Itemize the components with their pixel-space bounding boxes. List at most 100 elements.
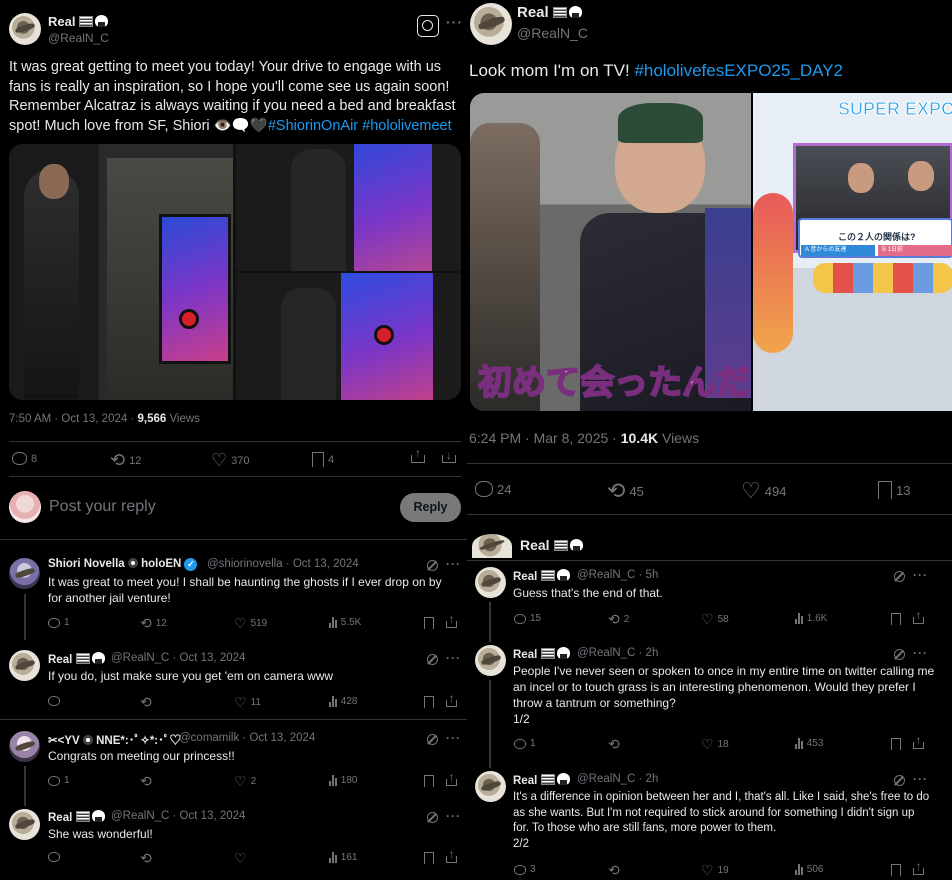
like-button[interactable]: 18	[701, 736, 729, 753]
like-button[interactable]: 494	[741, 478, 787, 504]
reply-author[interactable]: Real	[513, 569, 571, 583]
video-frame-2[interactable]: SUPER EXPO この２人の関係は? A 昔からの友達 B 1日前	[753, 93, 952, 411]
views-button[interactable]: 506	[795, 864, 823, 875]
bookmark-icon[interactable]	[424, 775, 434, 787]
avatar[interactable]	[9, 13, 41, 45]
like-button[interactable]: 519	[234, 615, 268, 632]
share-icon[interactable]	[913, 868, 924, 875]
grok-icon[interactable]	[427, 560, 438, 571]
reply-handle[interactable]: @RealN_C · 2h	[577, 647, 658, 659]
retweet-button[interactable]: 12	[140, 615, 167, 632]
handle[interactable]: @RealN_C	[48, 31, 109, 45]
avatar[interactable]	[475, 567, 506, 598]
bookmark-icon[interactable]	[424, 852, 434, 864]
more-options-icon[interactable]: ···	[446, 557, 461, 571]
bookmark-icon[interactable]	[424, 617, 434, 629]
avatar[interactable]	[475, 645, 506, 676]
reply-handle[interactable]: @comamilk · Oct 13, 2024	[179, 732, 315, 744]
retweet-button[interactable]	[608, 736, 624, 753]
more-options-icon[interactable]: ···	[446, 809, 461, 823]
like-button[interactable]: 19	[701, 862, 729, 879]
retweet-button[interactable]	[140, 694, 156, 711]
tweet-timestamp[interactable]: 6:24 PM · Mar 8, 2025 · 10.4K Views	[469, 430, 699, 446]
display-name[interactable]: Real	[517, 4, 582, 21]
reply-author[interactable]: Real	[513, 773, 571, 787]
photo-2[interactable]	[236, 144, 461, 271]
display-name[interactable]: Real	[48, 14, 109, 29]
hashtag-link[interactable]: #hololivefesEXPO25_DAY2	[634, 61, 843, 80]
views-button[interactable]: 5.5K	[329, 617, 361, 628]
hashtag-link[interactable]: #hololivemeet	[362, 118, 451, 134]
avatar[interactable]	[472, 534, 512, 558]
grok-icon[interactable]	[427, 654, 438, 665]
reply-button[interactable]: 1	[514, 738, 536, 749]
avatar[interactable]	[470, 3, 512, 45]
like-button[interactable]: 11	[234, 694, 261, 711]
more-options-icon[interactable]: ···	[446, 14, 463, 30]
reply-author[interactable]: ✂︎<YV NNE*:･ﾟ✧*:･ﾟ♡	[48, 732, 181, 748]
avatar[interactable]	[9, 650, 40, 681]
reply-button[interactable]: 8	[12, 452, 37, 465]
views-button[interactable]: 180	[329, 775, 357, 786]
retweet-button[interactable]: 2	[608, 611, 630, 628]
grok-icon[interactable]	[427, 812, 438, 823]
tweet-timestamp[interactable]: 7:50 AM · Oct 13, 2024 · 9,566 Views	[9, 413, 200, 425]
reply-handle[interactable]: @RealN_C · Oct 13, 2024	[111, 652, 245, 664]
avatar[interactable]	[9, 731, 40, 762]
reply-button[interactable]: 3	[514, 864, 536, 875]
grok-icon[interactable]	[417, 15, 439, 37]
photo-3[interactable]	[236, 273, 461, 400]
reply-button[interactable]: 15	[514, 613, 541, 624]
reply-handle[interactable]: @shiorinovella · Oct 13, 2024	[207, 558, 359, 570]
retweet-button[interactable]: 12	[110, 450, 141, 471]
reply-button[interactable]	[48, 696, 64, 706]
share-button[interactable]	[411, 455, 425, 463]
reply-button[interactable]	[48, 852, 64, 862]
share-icon[interactable]	[446, 700, 457, 707]
bookmark-button[interactable]: 4	[312, 452, 334, 467]
reply-author[interactable]: Real	[48, 652, 106, 666]
display-name[interactable]: Real	[520, 537, 583, 553]
like-button[interactable]: 370	[211, 450, 249, 471]
share-icon[interactable]	[446, 621, 457, 628]
more-options-icon[interactable]: ···	[913, 772, 928, 786]
photo-1[interactable]	[9, 144, 233, 400]
more-options-icon[interactable]: ···	[913, 646, 928, 660]
user-avatar[interactable]	[9, 491, 41, 523]
views-button[interactable]: 161	[329, 852, 357, 863]
retweet-button[interactable]: 45	[607, 478, 643, 504]
hashtag-link[interactable]: #ShiorinOnAir	[268, 118, 358, 134]
like-button[interactable]: 58	[701, 611, 729, 628]
reply-input[interactable]: Post your reply	[49, 498, 156, 516]
more-options-icon[interactable]: ···	[446, 731, 461, 745]
share-icon[interactable]	[446, 779, 457, 786]
retweet-button[interactable]	[140, 773, 156, 790]
retweet-button[interactable]	[608, 862, 624, 879]
reply-author[interactable]: Real	[513, 647, 571, 661]
views-button[interactable]: 453	[795, 738, 823, 749]
avatar[interactable]	[9, 558, 40, 589]
like-button[interactable]: 2	[234, 773, 257, 790]
reply-submit-button[interactable]: Reply	[400, 493, 461, 522]
avatar[interactable]	[9, 809, 40, 840]
views-button[interactable]: 1.6K	[795, 613, 827, 624]
bookmark-icon[interactable]	[891, 864, 901, 876]
video-frame-1[interactable]: 初めて会ったんだ	[470, 93, 751, 411]
download-button[interactable]	[442, 455, 456, 463]
bookmark-icon[interactable]	[891, 613, 901, 625]
bookmark-icon[interactable]	[424, 696, 434, 708]
retweet-button[interactable]	[140, 850, 156, 867]
grok-icon[interactable]	[894, 571, 905, 582]
reply-button[interactable]: 1	[48, 617, 70, 628]
more-options-icon[interactable]: ···	[446, 651, 461, 665]
share-icon[interactable]	[913, 742, 924, 749]
views-button[interactable]: 428	[329, 696, 357, 707]
handle[interactable]: @RealN_C	[517, 25, 588, 41]
bookmark-icon[interactable]	[891, 738, 901, 750]
share-icon[interactable]	[446, 856, 457, 863]
reply-author[interactable]: Shiori Novella holoEN ✓	[48, 558, 198, 571]
reply-button[interactable]: 1	[48, 775, 70, 786]
grok-icon[interactable]	[427, 734, 438, 745]
avatar[interactable]	[475, 771, 506, 802]
more-options-icon[interactable]: ···	[913, 568, 928, 582]
